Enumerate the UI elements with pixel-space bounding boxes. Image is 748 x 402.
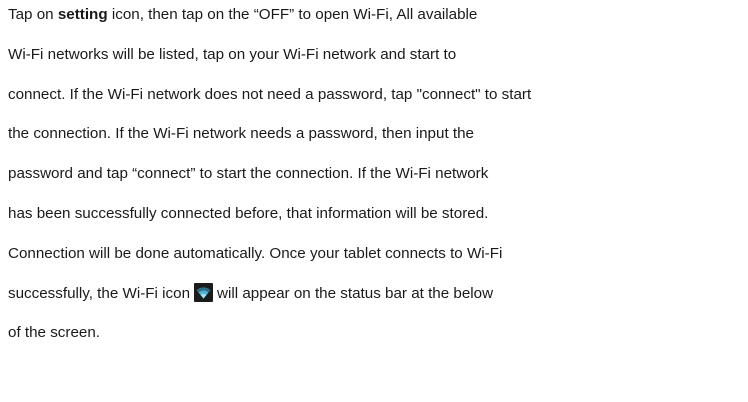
- text-segment: successfully, the Wi-Fi icon: [8, 285, 191, 302]
- wifi-icon: [194, 283, 214, 302]
- text-segment: will appear on the status bar at the bel…: [217, 285, 494, 302]
- text-line-8: successfully, the Wi-Fi icon will appear…: [8, 283, 493, 304]
- text-line-5: password and tap “connect” to start the …: [8, 165, 489, 182]
- text-line-4: the connection. If the Wi-Fi network nee…: [8, 125, 475, 142]
- text-line-6: has been successfully connected before, …: [8, 205, 489, 222]
- text-line-7: Connection will be done automatically. O…: [8, 245, 503, 262]
- setting-keyword: setting: [57, 6, 108, 23]
- text-segment: Tap on: [8, 6, 58, 23]
- text-line-1: Tap on setting icon, then tap on the “OF…: [8, 5, 477, 25]
- text-segment: icon, then tap on the “OFF” to open Wi-F…: [107, 6, 478, 23]
- document-page: Tap on setting icon, then tap on the “OF…: [0, 0, 748, 402]
- text-line-2: Wi-Fi networks will be listed, tap on yo…: [8, 46, 457, 63]
- text-line-9: of the screen.: [8, 324, 101, 341]
- text-line-3: connect. If the Wi-Fi network does not n…: [8, 86, 532, 103]
